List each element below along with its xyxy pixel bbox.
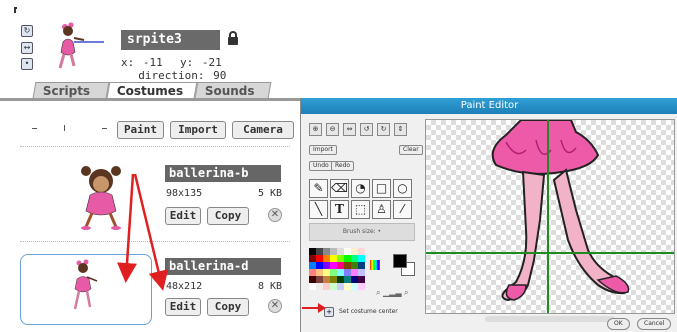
eraser-icon[interactable]: ⌫ — [330, 179, 349, 198]
lock-icon[interactable] — [228, 31, 238, 45]
text-icon[interactable]: T — [330, 200, 349, 219]
magnifier-icon[interactable]: ⌕ ▁▂▃ ⌕ — [376, 288, 409, 298]
canvas-scrollbar[interactable] — [485, 316, 615, 322]
dash-mark — [64, 125, 65, 131]
set-costume-center-label[interactable]: Set costume center — [339, 308, 398, 315]
fill-bucket-icon[interactable]: ◔ — [351, 179, 370, 198]
y-label: y: — [180, 56, 194, 69]
brush-size-label: Brush size: — [342, 228, 376, 235]
costume-thumbnail-ballerina-b[interactable] — [72, 161, 130, 231]
flip-vertical-icon[interactable]: ⇕ — [394, 123, 407, 136]
rectangle-icon[interactable]: □ — [372, 179, 391, 198]
redo-button[interactable]: Redo — [331, 161, 355, 171]
corner-tick — [14, 7, 17, 13]
center-crosshair-horizontal — [426, 252, 674, 254]
costumes-panel: Paint Import Camera ballerina-b 98x135 5… — [0, 98, 300, 332]
ballerina-d-figure-icon — [73, 259, 98, 310]
ok-button[interactable]: OK — [607, 318, 630, 330]
direction-label: direction: — [138, 69, 205, 82]
copy-button[interactable]: Copy — [207, 298, 249, 316]
tab-bar: Scripts Costumes Sounds — [0, 82, 300, 98]
line-icon[interactable]: ╲ — [309, 200, 328, 219]
costume-filesize: 8 KB — [258, 281, 283, 292]
import-button[interactable]: Import — [170, 121, 226, 139]
camera-button[interactable]: Camera — [232, 121, 294, 139]
divider — [20, 146, 290, 147]
edit-button[interactable]: Edit — [165, 207, 201, 225]
paintbrush-icon[interactable]: ✎ — [309, 179, 328, 198]
left-right-flip-button[interactable]: ↔ — [21, 42, 33, 54]
x-value: -11 — [142, 56, 163, 69]
divider — [20, 241, 290, 242]
rotate-icon[interactable]: ↺ — [360, 123, 373, 136]
rotate-right-icon[interactable]: ↻ — [377, 123, 390, 136]
sprite-coordinates: x: -11 y: -21 direction: 90 — [121, 56, 300, 82]
eyedropper-icon[interactable]: ⁄ — [393, 200, 412, 219]
set-center-icon[interactable]: + — [324, 307, 334, 317]
zoom-in-icon[interactable]: ⊕ — [309, 123, 322, 136]
foreground-color-swatch[interactable] — [393, 254, 407, 268]
paint-editor: Paint Editor ⊕ ⊖ ⇔ ↺ ↻ ⇕ Import Clear Un… — [300, 98, 677, 332]
sprite-thumbnail — [58, 22, 104, 69]
select-icon[interactable]: ⬚ — [351, 200, 370, 219]
paint-editor-title: Paint Editor — [301, 98, 677, 114]
costume-filesize: 5 KB — [258, 188, 283, 199]
edit-button[interactable]: Edit — [165, 298, 201, 316]
brush-dot-icon[interactable]: • — [378, 228, 382, 235]
x-label: x: — [121, 56, 135, 69]
costume-name-field[interactable]: ballerina-d — [165, 258, 281, 275]
color-spectrum-icon[interactable] — [370, 260, 380, 270]
ellipse-icon[interactable]: ○ — [393, 179, 412, 198]
flip-horizontal-icon[interactable]: ⇔ — [343, 123, 356, 136]
dash-mark — [32, 128, 37, 129]
rotate-all-around-button[interactable]: ↻ — [21, 25, 33, 37]
options-area: Brush size: • — [309, 223, 415, 241]
y-value: -21 — [201, 56, 222, 69]
paint-button[interactable]: Paint — [117, 121, 164, 139]
costume-thumbnail-ballerina-d[interactable] — [20, 254, 152, 325]
costume-dimensions: 48x212 — [166, 281, 203, 292]
sprite-header: ↻ ↔ • srpite3 x: -11 y: -21 direction: 9… — [0, 0, 300, 82]
costume-name-field[interactable]: ballerina-b — [165, 165, 281, 182]
center-crosshair-vertical — [547, 120, 549, 313]
sprite-name-field[interactable]: srpite3 — [121, 30, 220, 50]
tab-costumes[interactable]: Costumes — [106, 82, 198, 98]
delete-costume-button[interactable]: ✕ — [268, 208, 282, 222]
drawing-canvas[interactable] — [425, 119, 675, 314]
import-button[interactable]: Import — [309, 145, 337, 155]
delete-costume-button[interactable]: ✕ — [268, 299, 282, 313]
dash-mark — [102, 128, 107, 129]
clear-button[interactable]: Clear — [399, 145, 423, 155]
tab-scripts[interactable]: Scripts — [32, 82, 110, 98]
zoom-out-icon[interactable]: ⊖ — [326, 123, 339, 136]
stamp-icon[interactable]: ♙ — [372, 200, 391, 219]
direction-value: 90 — [213, 69, 227, 82]
ballerina-drawing — [491, 120, 630, 302]
undo-button[interactable]: Undo — [309, 161, 333, 171]
tab-sounds[interactable]: Sounds — [194, 82, 272, 98]
no-rotate-button[interactable]: • — [21, 58, 33, 70]
color-palette[interactable] — [309, 248, 367, 296]
cancel-button[interactable]: Cancel — [637, 318, 672, 330]
costume-dimensions: 98x135 — [166, 188, 203, 199]
copy-button[interactable]: Copy — [207, 207, 249, 225]
